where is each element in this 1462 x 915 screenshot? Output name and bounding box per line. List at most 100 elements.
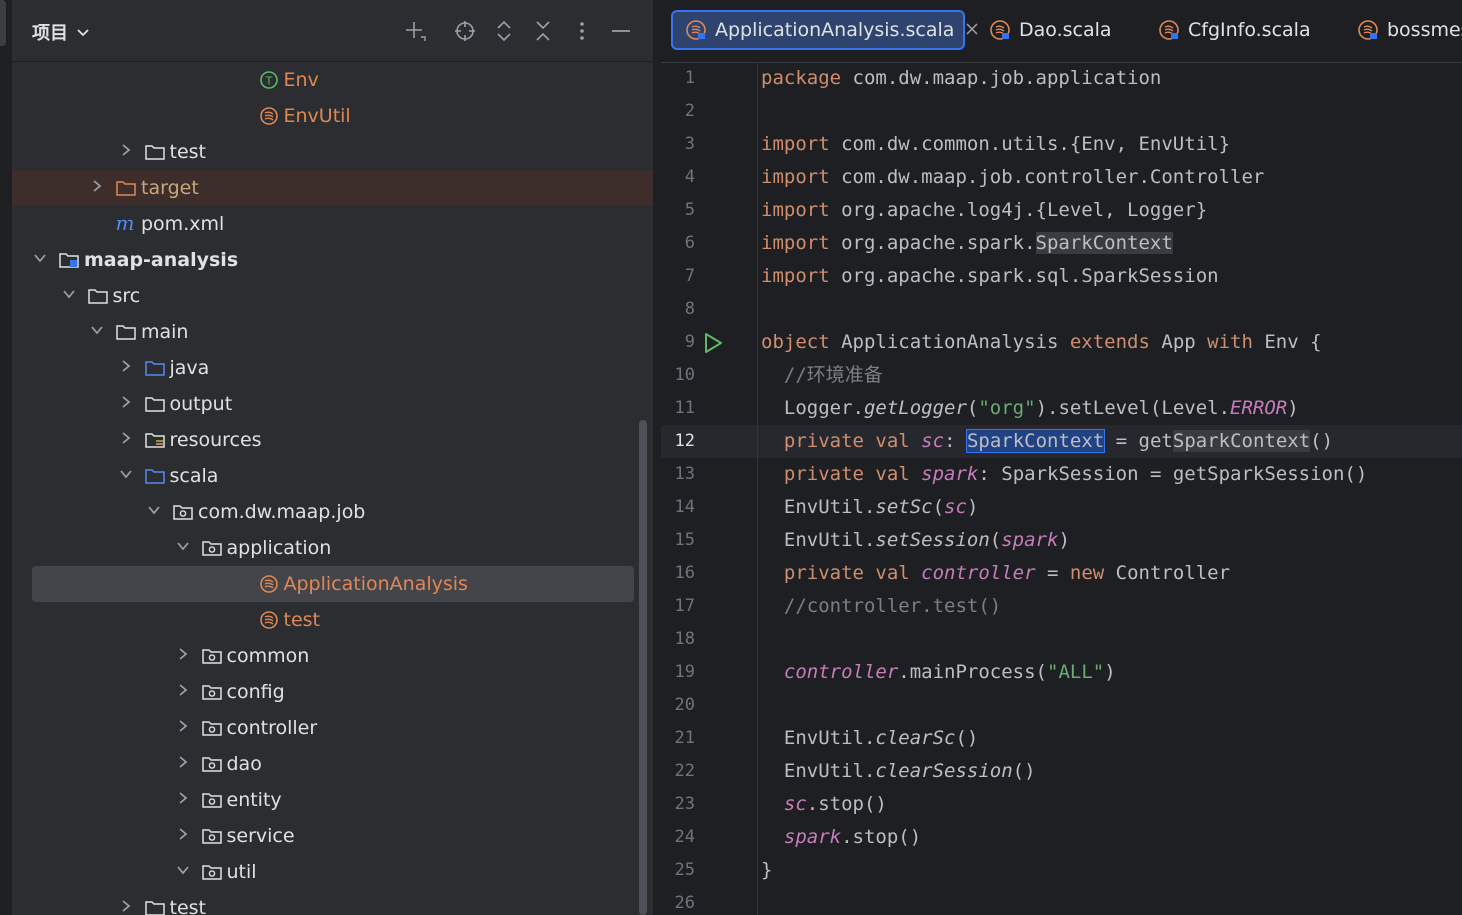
code-token: import xyxy=(761,199,830,221)
chevron-right-icon[interactable] xyxy=(116,359,136,377)
scala-object-icon xyxy=(258,106,280,126)
collapse-all-icon[interactable] xyxy=(530,18,556,44)
tree-item[interactable]: test xyxy=(12,134,653,170)
tree-item[interactable]: service xyxy=(12,818,653,854)
chevron-right-icon[interactable] xyxy=(173,683,193,701)
tree-item[interactable]: m pom.xml xyxy=(12,206,653,242)
code-line: private val sc: SparkContext = getSparkC… xyxy=(761,425,1333,458)
tree-item[interactable]: test xyxy=(12,602,653,638)
panel-splitter[interactable] xyxy=(653,0,661,915)
tree-item[interactable]: src xyxy=(12,278,653,314)
package-icon xyxy=(201,862,223,882)
code-token: ( xyxy=(966,397,979,419)
chevron-right-icon[interactable] xyxy=(173,791,193,809)
tree-item[interactable]: java xyxy=(12,350,653,386)
code-token: extends xyxy=(1069,331,1150,353)
chevron-down-icon[interactable] xyxy=(173,864,193,880)
code-line: controller.mainProcess("ALL") xyxy=(761,656,1116,689)
tree-item[interactable]: controller xyxy=(12,710,653,746)
tree-item[interactable]: test xyxy=(12,890,653,915)
line-number: 22 xyxy=(674,761,695,781)
scala-file-icon xyxy=(685,19,707,41)
tree-item[interactable]: maap-analysis xyxy=(12,242,653,278)
tree-item[interactable]: resources xyxy=(12,422,653,458)
code-token: : SparkSession = getSparkSession() xyxy=(978,463,1368,485)
tree-item-label: test xyxy=(169,897,207,915)
code-token: .stop() xyxy=(841,826,922,848)
package-icon xyxy=(201,826,223,846)
line-number: 23 xyxy=(674,794,695,814)
chevron-right-icon[interactable] xyxy=(173,755,193,773)
code-token: App xyxy=(1149,331,1208,353)
tree-item[interactable]: config xyxy=(12,674,653,710)
package-icon xyxy=(201,646,223,666)
code-line: EnvUtil.clearSession() xyxy=(761,755,1036,788)
chevron-right-icon[interactable] xyxy=(116,899,136,915)
tree-item[interactable]: ApplicationAnalysis xyxy=(32,566,634,602)
line-number: 11 xyxy=(674,398,695,418)
folder-icon xyxy=(144,898,166,915)
chevron-right-icon[interactable] xyxy=(173,719,193,737)
code-token: sc xyxy=(921,430,945,452)
tree-item[interactable]: scala xyxy=(12,458,653,494)
tree-item[interactable]: T Env xyxy=(12,62,653,98)
project-view-selector[interactable]: 项目 xyxy=(32,19,90,45)
chevron-right-icon[interactable] xyxy=(173,647,193,665)
tool-window-handle[interactable] xyxy=(0,0,6,46)
code-token: SparkContext xyxy=(1035,232,1173,254)
code-line: private val controller = new Controller xyxy=(761,557,1230,590)
code-token: setSession xyxy=(875,529,990,551)
code-token: Env { xyxy=(1252,331,1322,353)
chevron-down-icon[interactable] xyxy=(59,288,79,304)
chevron-down-icon[interactable] xyxy=(116,468,136,484)
tree-item[interactable]: util xyxy=(12,854,653,890)
code-token: import xyxy=(761,166,830,188)
tree-item-label: test xyxy=(283,609,321,631)
locate-icon[interactable] xyxy=(452,18,478,44)
code-token: import xyxy=(761,265,830,287)
code-token: Logger. xyxy=(761,397,864,419)
chevron-right-icon[interactable] xyxy=(173,827,193,845)
code-token: //环境准备 xyxy=(783,364,883,386)
chevron-right-icon[interactable] xyxy=(116,431,136,449)
package-icon xyxy=(201,538,223,558)
code-token: EnvUtil. xyxy=(761,496,876,518)
code-token: .mainProcess( xyxy=(898,661,1047,683)
editor-tab[interactable]: ApplicationAnalysis.scala xyxy=(671,10,978,50)
line-number: 13 xyxy=(674,464,695,484)
line-number: 2 xyxy=(684,101,695,121)
tree-item[interactable]: target xyxy=(12,170,653,206)
chevron-down-icon[interactable] xyxy=(144,504,164,520)
tree-item[interactable]: common xyxy=(12,638,653,674)
chevron-down-icon[interactable] xyxy=(87,324,107,340)
add-icon[interactable] xyxy=(402,18,428,44)
chevron-right-icon[interactable] xyxy=(116,143,136,161)
run-icon[interactable] xyxy=(703,332,723,358)
chevron-right-icon[interactable] xyxy=(116,395,136,413)
code-line: import com.dw.common.utils.{Env, EnvUtil… xyxy=(761,128,1230,161)
chevron-right-icon[interactable] xyxy=(87,179,107,197)
code-token: setSc xyxy=(875,496,933,518)
tree-item[interactable]: dao xyxy=(12,746,653,782)
chevron-down-icon[interactable] xyxy=(30,252,50,268)
editor-tab[interactable]: bossmes xyxy=(1345,10,1462,50)
project-scrollbar[interactable] xyxy=(639,420,647,915)
tree-item[interactable]: output xyxy=(12,386,653,422)
tree-item[interactable]: EnvUtil xyxy=(12,98,653,134)
editor-tab[interactable]: CfgInfo.scala xyxy=(1146,10,1323,50)
tree-item[interactable]: main xyxy=(12,314,653,350)
line-number: 24 xyxy=(674,827,695,847)
tree-item[interactable]: com.dw.maap.job xyxy=(12,494,653,530)
tree-item[interactable]: entity xyxy=(12,782,653,818)
minimize-icon[interactable] xyxy=(608,18,634,44)
code-token: = xyxy=(1035,562,1070,584)
expand-all-icon[interactable] xyxy=(491,18,517,44)
editor-tab[interactable]: Dao.scala xyxy=(977,10,1124,50)
tree-item[interactable]: application xyxy=(12,530,653,566)
code-token: sc xyxy=(783,793,807,815)
chevron-down-icon[interactable] xyxy=(173,540,193,556)
code-token: : xyxy=(944,430,967,452)
more-options-icon[interactable] xyxy=(569,18,595,44)
